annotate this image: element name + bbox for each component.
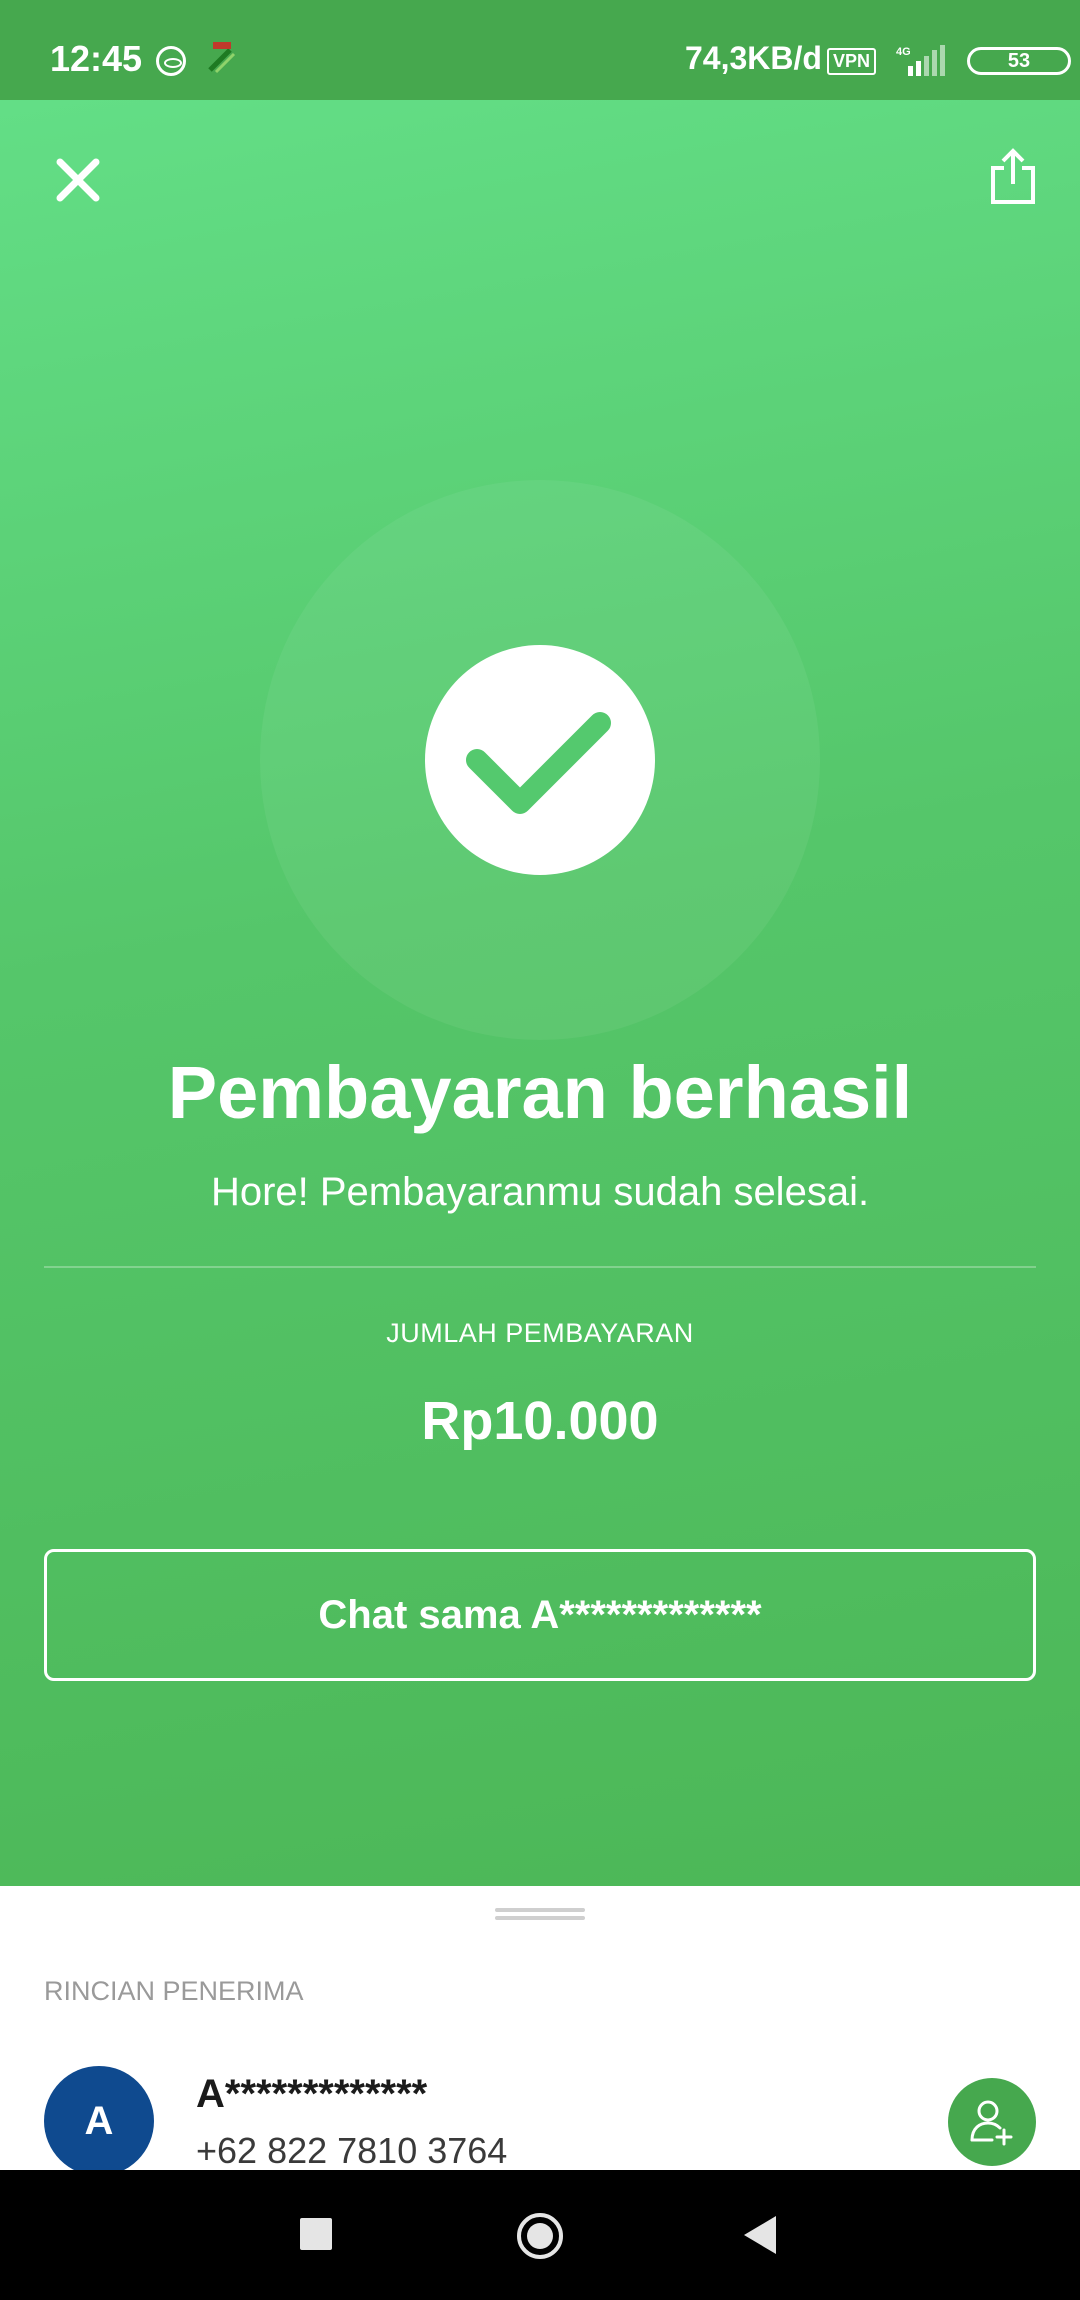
recipient-details-sheet: RINCIAN PENERIMA A A************* +62 82… — [0, 1886, 1080, 2176]
share-icon[interactable] — [987, 148, 1039, 206]
add-contact-button[interactable] — [948, 2078, 1036, 2166]
drag-handle[interactable] — [495, 1908, 585, 1920]
checkmark-icon — [425, 645, 655, 875]
success-message: Hore! Pembayaranmu sudah selesai. — [210, 1170, 870, 1214]
app-notification-icon — [208, 42, 236, 74]
status-bar: 12:45 74,3KB/d VPN 4G 53 — [0, 0, 1080, 100]
notification-icon — [156, 46, 186, 76]
page-title: Pembayaran berhasil — [167, 1051, 913, 1134]
battery-icon: 53 — [967, 47, 1071, 75]
payment-amount: Rp10.000 — [421, 1391, 659, 1451]
vpn-badge: VPN — [827, 48, 877, 75]
signal-icon: 4G — [896, 45, 945, 76]
avatar: A — [44, 2066, 154, 2176]
payment-success-panel: Pembayaran berhasil Hore! Pembayaranmu s… — [0, 100, 1080, 1886]
recents-icon[interactable] — [300, 2218, 332, 2250]
back-icon[interactable] — [744, 2216, 776, 2254]
recipient-phone: +62 822 7810 3764 — [196, 2130, 508, 2171]
amount-label: JUMLAH PEMBAYARAN — [386, 1318, 694, 1348]
network-type: 4G — [896, 46, 911, 58]
status-time: 12:45 — [50, 38, 143, 79]
recipient-name: A************* — [196, 2072, 428, 2116]
data-speed: 74,3KB/d — [685, 40, 822, 76]
divider — [44, 1266, 1036, 1268]
add-contact-icon — [970, 2100, 1013, 2146]
section-label: RINCIAN PENERIMA — [44, 1976, 304, 2006]
close-icon[interactable] — [50, 152, 106, 208]
chat-recipient-button[interactable]: Chat sama A************* — [44, 1549, 1036, 1681]
home-icon[interactable] — [517, 2213, 563, 2259]
system-nav-bar — [0, 2170, 1080, 2300]
